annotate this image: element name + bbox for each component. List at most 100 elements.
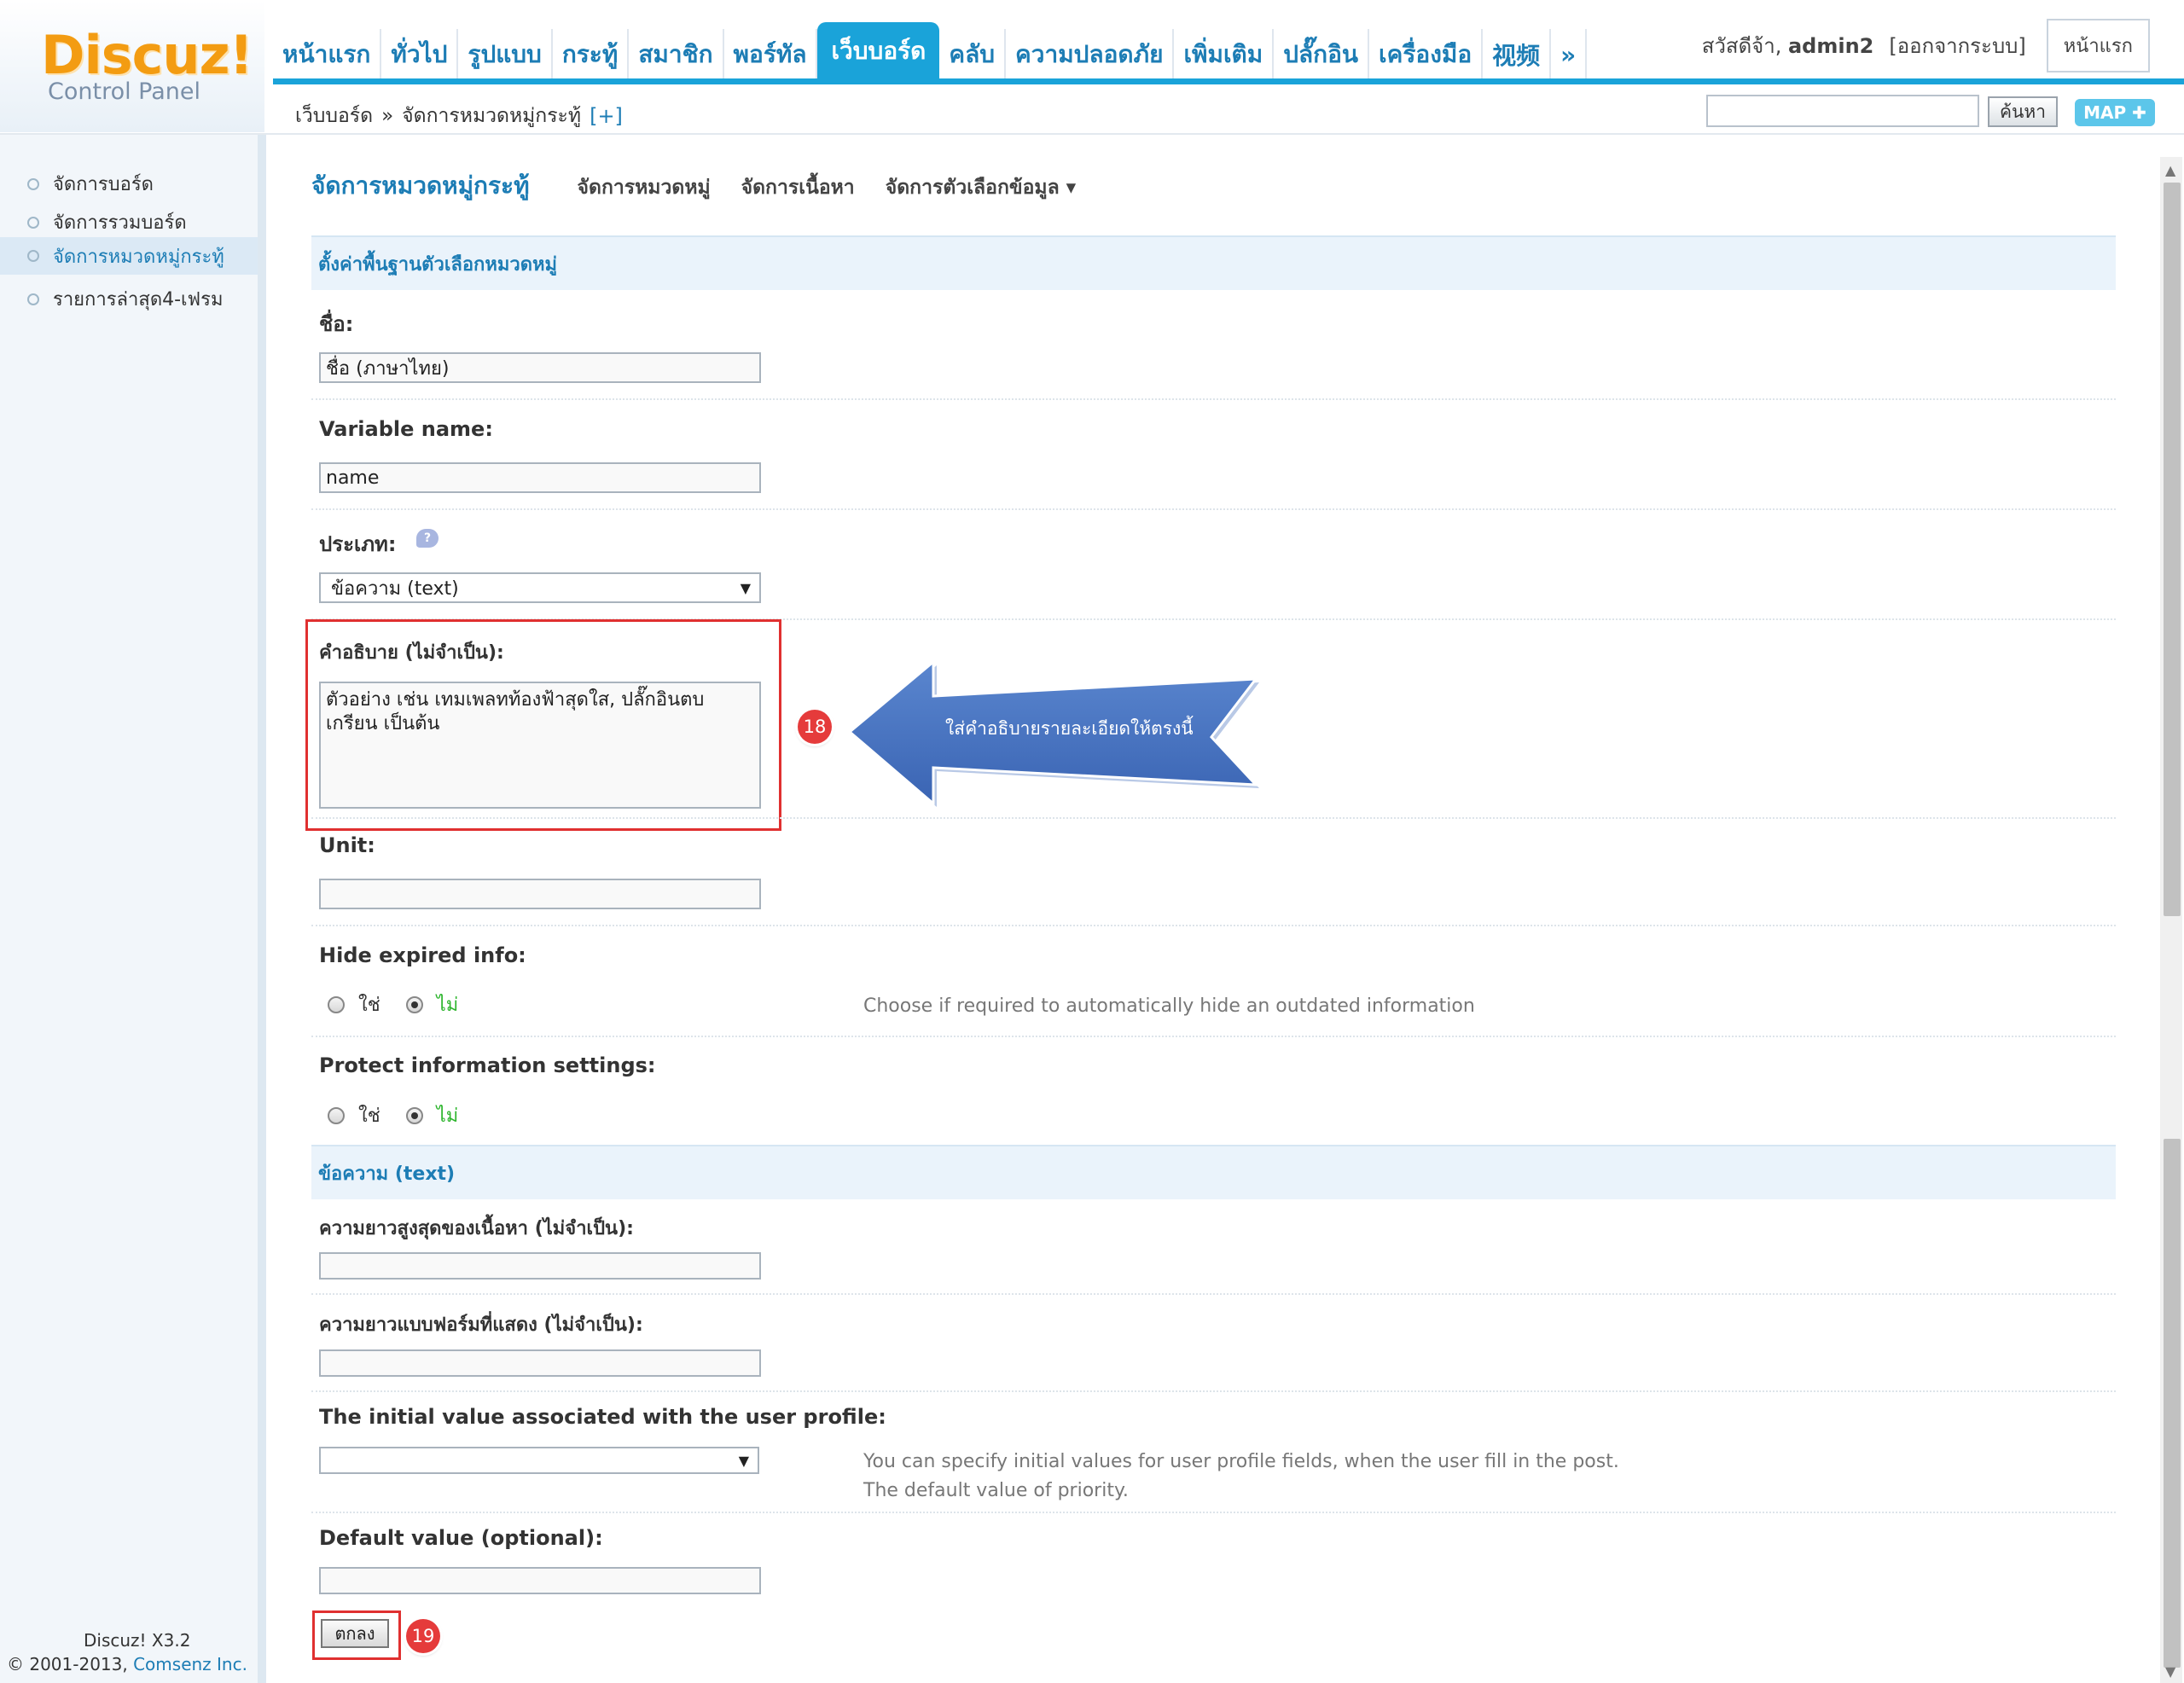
protect-info-yes-radio[interactable] <box>328 1106 345 1124</box>
logo-subtitle: Control Panel <box>48 78 201 105</box>
highlight-box-submit <box>312 1610 401 1660</box>
profile-value-label: The initial value associated with the us… <box>319 1405 886 1429</box>
sidebar: จัดการบอร์ด จัดการรวมบอร์ด จัดการหมวดหมู… <box>0 135 266 1683</box>
hide-expired-yes-radio[interactable] <box>328 995 345 1013</box>
default-value-label: Default value (optional): <box>319 1526 603 1550</box>
hide-expired-label: Hide expired info: <box>319 943 526 967</box>
row-divider <box>311 1390 2116 1392</box>
profile-value-hint: You can specify initial values for user … <box>863 1451 1619 1501</box>
hide-expired-radios: ใช่ ไม่ <box>328 989 484 1019</box>
protect-info-radios: ใช่ ไม่ <box>328 1100 484 1130</box>
logout-link[interactable]: [ออกจากระบบ] <box>1889 29 2025 62</box>
chevron-down-icon: ▼ <box>738 1452 749 1469</box>
breadcrumb-sep: » <box>381 105 394 127</box>
hide-expired-no-radio[interactable] <box>405 995 423 1013</box>
bullet-icon <box>27 293 39 305</box>
tab-manage-options[interactable]: จัดการตัวเลือกข้อมูล ▾ <box>886 172 1077 203</box>
row-divider <box>311 817 2116 819</box>
header: Discuz! Control Panel หน้าแรก ทั่วไป รูป… <box>0 0 2184 136</box>
variable-name-label: Variable name: <box>319 417 493 441</box>
type-select[interactable]: ข้อความ (text) ▼ <box>319 572 761 603</box>
nav-club[interactable]: คลับ <box>939 29 1007 80</box>
protect-info-label: Protect information settings: <box>319 1053 656 1077</box>
help-icon[interactable]: ? <box>416 529 439 548</box>
nav-underline <box>273 78 2184 84</box>
row-divider <box>311 1512 2116 1513</box>
step-badge-19: 19 <box>406 1619 440 1653</box>
nav-more[interactable]: » <box>1551 29 1588 80</box>
callout-text: ใส่คำอธิบายรายละเอียดให้ตรงนี้ <box>945 718 1194 739</box>
scroll-up-icon[interactable]: ▲ <box>2165 162 2175 178</box>
nav-forum[interactable]: เว็บบอร์ด <box>817 22 940 80</box>
unit-field[interactable] <box>319 879 761 909</box>
nav-video[interactable]: 视频 <box>1483 29 1552 80</box>
breadcrumb-forum[interactable]: เว็บบอร์ด <box>295 101 373 131</box>
map-button[interactable]: MAP ✚ <box>2075 99 2155 126</box>
sidebar-item-thread-types[interactable]: จัดการหมวดหมู่กระทู้ <box>0 237 258 275</box>
scrollbar-thumb-lower <box>2164 1139 2181 1668</box>
variable-name-field[interactable]: name <box>319 462 761 493</box>
user-area: สวัสดีจ้า, admin2 [ออกจากระบบ] หน้าแรก <box>1702 19 2150 73</box>
admin-page: Discuz! Control Panel หน้าแรก ทั่วไป รูป… <box>0 0 2184 1683</box>
tab-manage-types[interactable]: จัดการหมวดหมู่ <box>578 172 711 203</box>
row-divider <box>311 508 2116 510</box>
nav-home[interactable]: หน้าแรก <box>273 29 382 80</box>
profile-value-select[interactable]: ▼ <box>319 1447 759 1474</box>
company-link[interactable]: Comsenz Inc. <box>133 1654 247 1674</box>
nav-general[interactable]: ทั่วไป <box>381 29 459 80</box>
hide-expired-hint: Choose if required to automatically hide… <box>863 995 1475 1017</box>
step-badge-18: 18 <box>798 710 832 744</box>
scrollbar-thumb[interactable] <box>2164 183 2181 916</box>
greeting: สวัสดีจ้า, admin2 <box>1701 34 1874 58</box>
type-label: ประเภท: <box>319 532 397 556</box>
max-length-field[interactable] <box>319 1252 761 1280</box>
top-nav: หน้าแรก ทั่วไป รูปแบบ กระทู้ สมาชิก พอร์… <box>273 22 1588 80</box>
nav-members[interactable]: สมาชิก <box>629 29 724 80</box>
unit-label: Unit: <box>319 833 375 857</box>
radio-label-no: ไม่ <box>436 995 459 1016</box>
row-divider <box>311 1036 2116 1037</box>
protect-info-no-radio[interactable] <box>405 1106 423 1124</box>
add-shortcut-link[interactable]: [+] <box>590 104 623 128</box>
highlight-box-description <box>305 619 781 831</box>
default-value-field[interactable] <box>319 1567 761 1594</box>
section-text-type: ข้อความ (text) <box>311 1145 2116 1199</box>
chevron-down-icon: ▼ <box>740 579 751 596</box>
search-input[interactable] <box>1706 95 1979 127</box>
nav-extended[interactable]: เพิ่มเติม <box>1174 29 1275 80</box>
sub-tabs: จัดการหมวดหมู่กระทู้ จัดการหมวดหมู่ จัดก… <box>311 167 1076 205</box>
name-field[interactable]: ชื่อ (ภาษาไทย) <box>319 352 761 383</box>
nav-plugins[interactable]: ปลั๊กอิน <box>1274 29 1370 80</box>
form-length-label: ความยาวแบบฟอร์มที่แสดง (ไม่จำเป็น): <box>319 1314 643 1336</box>
tab-thread-types[interactable]: จัดการหมวดหมู่กระทู้ <box>311 167 530 205</box>
username: admin2 <box>1787 34 1874 58</box>
max-length-label: ความยาวสูงสุดของเนื้อหา (ไม่จำเป็น): <box>319 1218 634 1239</box>
tab-manage-content[interactable]: จัดการเนื้อหา <box>741 172 855 203</box>
bullet-icon <box>27 216 39 229</box>
bullet-icon <box>27 250 39 262</box>
logo[interactable]: Discuz! <box>41 24 253 86</box>
sidebar-item-forum-merge[interactable]: จัดการรวมบอร์ด <box>27 207 187 237</box>
footer-copyright: Discuz! X3.2 © 2001-2013, Comsenz Inc. <box>7 1630 247 1674</box>
nav-portal[interactable]: พอร์ทัล <box>724 29 818 80</box>
row-divider <box>311 398 2116 400</box>
nav-style[interactable]: รูปแบบ <box>458 29 553 80</box>
radio-label-no: ไม่ <box>436 1106 459 1127</box>
breadcrumb-current: จัดการหมวดหมู่กระทู้ <box>402 105 582 127</box>
row-divider <box>311 1293 2116 1295</box>
name-label: ชื่อ: <box>319 312 354 336</box>
row-divider <box>311 925 2116 926</box>
radio-label-yes: ใช่ <box>358 1106 380 1127</box>
home-button[interactable]: หน้าแรก <box>2046 19 2150 73</box>
form-length-field[interactable] <box>319 1349 761 1377</box>
nav-security[interactable]: ความปลอดภัย <box>1006 29 1175 80</box>
sidebar-item-forums[interactable]: จัดการบอร์ด <box>27 169 154 199</box>
header-divider <box>0 133 2184 135</box>
nav-threads[interactable]: กระทู้ <box>553 29 630 80</box>
search-button[interactable]: ค้นหา <box>1988 96 2058 127</box>
sidebar-item-recent-frames[interactable]: รายการล่าสุด4-เฟรม <box>27 284 223 314</box>
footer-version: Discuz! X3.2 <box>84 1630 191 1651</box>
scroll-down-icon[interactable]: ▼ <box>2165 1663 2175 1680</box>
nav-tools[interactable]: เครื่องมือ <box>1369 29 1484 80</box>
breadcrumb: เว็บบอร์ด » จัดการหมวดหมู่กระทู้ [+] <box>295 101 623 131</box>
